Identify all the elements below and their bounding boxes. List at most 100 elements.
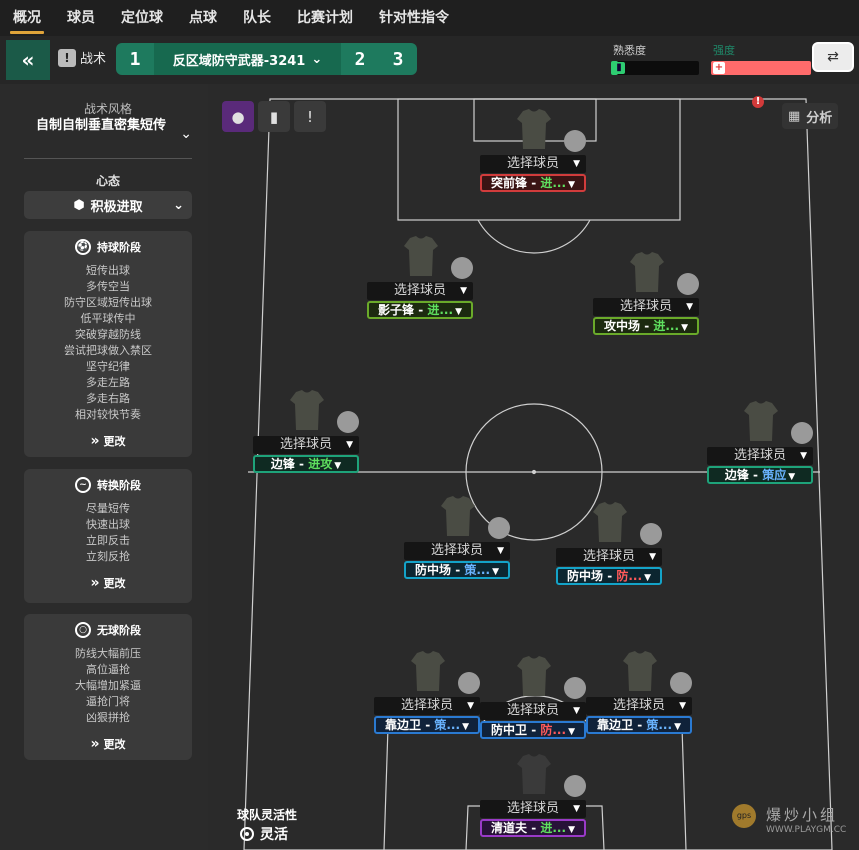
role-duty-dropdown[interactable]: 防中卫 - 防... ▼ (480, 721, 586, 739)
current-tactic-name: 反区域防守武器-3241 (172, 53, 306, 69)
intensity-fill (711, 61, 811, 75)
tab-captains[interactable]: 队长 (230, 0, 284, 36)
tactic-slot-1[interactable]: 1 (116, 49, 154, 70)
dropdown-arrow-icon: ▼ (492, 567, 499, 577)
familiarity-icon: ▮ (613, 62, 625, 74)
tab-penalties[interactable]: 点球 (176, 0, 230, 36)
pitch-view-buttons: ● ▮ ! (222, 101, 326, 132)
role-duty-dropdown[interactable]: 攻中场 - 进... ▼ (593, 317, 699, 335)
role-duty-dropdown[interactable]: 边锋 - 策应 ▼ (707, 466, 813, 484)
out-of-possession-change-button[interactable]: » 更改 (24, 736, 192, 752)
tactic-slot-3[interactable]: 3 (379, 49, 417, 70)
role-duty-dropdown[interactable]: 清道夫 - 进... ▼ (480, 819, 586, 837)
select-player-label: 选择球员 (612, 698, 665, 713)
player-view-button[interactable]: ● (222, 101, 254, 132)
rating-circle (564, 130, 586, 152)
select-player-dropdown[interactable]: 选择球员 ▼ (367, 282, 473, 300)
role-label: 边锋 (724, 468, 749, 482)
select-player-dropdown[interactable]: 选择球员 ▼ (556, 548, 662, 566)
tab-set-pieces[interactable]: 定位球 (108, 0, 176, 36)
out-of-possession-title: 无球阶段 (97, 624, 141, 637)
shirt-icon (517, 754, 551, 794)
swap-button[interactable]: ⇄ (812, 42, 854, 72)
tactic-slot-selector: 1 反区域防守武器-3241 ⌄ 2 3 (116, 43, 417, 75)
warning-icon[interactable]: ! (752, 96, 764, 108)
target-icon (240, 827, 254, 841)
select-player-dropdown[interactable]: 选择球员 ▼ (586, 697, 692, 715)
select-player-dropdown[interactable]: 选择球员 ▼ (480, 702, 586, 720)
stats-view-button[interactable]: ▮ (258, 101, 290, 132)
dropdown-arrow-icon: ▼ (788, 472, 796, 482)
tab-overview[interactable]: 概况 (0, 0, 54, 36)
select-player-dropdown[interactable]: 选择球员 ▼ (404, 542, 510, 560)
watermark-url: WWW.PLAYGM.CC (766, 825, 847, 835)
dropdown-arrow-icon: ▼ (681, 323, 688, 333)
shirt-icon (623, 651, 657, 691)
list-item: 逼抢门将 (86, 695, 130, 708)
dropdown-arrow-icon: ▼ (462, 722, 469, 732)
info-icon: ! (306, 107, 313, 126)
team-fluidity-value[interactable]: 灵活 (240, 824, 288, 844)
mentality-dropdown[interactable]: ⬢ 积极进取 ⌄ (24, 191, 192, 219)
out-of-possession-header: ○ 无球阶段 (24, 620, 192, 640)
role-label: 靠边卫 (385, 718, 422, 732)
role-duty-dropdown[interactable]: 靠边卫 - 策... ▼ (374, 716, 480, 734)
transition-icon: ~ (75, 477, 91, 493)
duty-label: 策... (646, 718, 673, 732)
role-duty-dropdown[interactable]: 防中场 - 防... ▼ (556, 567, 662, 585)
select-player-label: 选择球员 (506, 703, 559, 718)
info-view-button[interactable]: ! (294, 101, 326, 132)
mentality-value: 积极进取 (90, 199, 143, 215)
duty-label: 进... (427, 303, 454, 317)
football-icon: ⚽ (75, 239, 91, 255)
tactical-style-dropdown[interactable]: 战术风格 自制自制垂直密集短传 ⌄ (24, 100, 192, 142)
transition-change-button[interactable]: » 更改 (24, 575, 192, 591)
dropdown-arrow-icon: ▼ (497, 546, 504, 556)
rating-circle (564, 775, 586, 797)
chevron-down-icon: ⌄ (311, 51, 323, 67)
select-player-dropdown[interactable]: 选择球员 ▼ (707, 447, 813, 465)
person-icon: ● (231, 107, 245, 126)
intensity-meter[interactable]: 强度 + (711, 42, 811, 75)
familiarity-meter[interactable]: 熟悉度 ▮ (611, 42, 699, 75)
dropdown-arrow-icon: ▼ (455, 307, 462, 317)
in-possession-header: ⚽ 持球阶段 (24, 237, 192, 257)
change-label: 更改 (103, 738, 126, 751)
role-duty-dropdown[interactable]: 防中场 - 策... ▼ (404, 561, 510, 579)
watermark: 爆炒小组 WWW.PLAYGM.CC (766, 804, 846, 835)
role-label: 影子锋 (378, 303, 415, 317)
watermark-text: 爆炒小组 (766, 806, 839, 824)
back-button[interactable]: « (6, 40, 50, 80)
tab-match-plans[interactable]: 比赛计划 (284, 0, 366, 36)
list-item: 防守区域短传出球 (64, 296, 152, 309)
list-item: 立刻反抢 (86, 550, 130, 563)
select-player-dropdown[interactable]: 选择球员 ▼ (480, 155, 586, 173)
mentality-caption: 心态 (95, 174, 120, 188)
role-duty-dropdown[interactable]: 靠边卫 - 策... ▼ (586, 716, 692, 734)
current-tactic-dropdown[interactable]: 反区域防守武器-3241 ⌄ (154, 43, 341, 75)
double-chevron-left-icon: « (21, 48, 35, 72)
rating-circle (337, 411, 359, 433)
select-player-dropdown[interactable]: 选择球员 ▼ (374, 697, 480, 715)
role-duty-dropdown[interactable]: 边锋 - 进攻 ▼ (253, 455, 359, 473)
change-label: 更改 (103, 435, 126, 448)
role-duty-dropdown[interactable]: 影子锋 - 进... ▼ (367, 301, 473, 319)
select-player-label: 选择球员 (733, 448, 786, 463)
in-possession-change-button[interactable]: » 更改 (24, 433, 192, 449)
duty-label: 策... (434, 718, 461, 732)
list-item: 低平球传中 (80, 312, 136, 325)
tab-players[interactable]: 球员 (54, 0, 108, 36)
select-player-dropdown[interactable]: 选择球员 ▼ (593, 298, 699, 316)
role-duty-dropdown[interactable]: 突前锋 - 进... ▼ (480, 174, 586, 192)
team-fluidity-text: 灵活 (260, 827, 288, 843)
in-possession-box: ⚽ 持球阶段 短传出球 多传空当 防守区域短传出球 低平球传中 突破穿越防线 尝… (24, 231, 192, 457)
select-player-label: 选择球员 (279, 437, 332, 452)
tactic-slot-2[interactable]: 2 (341, 49, 379, 70)
double-chevron-right-icon: » (90, 736, 100, 752)
analysis-button[interactable]: ▦ 分析 (782, 103, 839, 129)
tab-opposition-instructions[interactable]: 针对性指令 (366, 0, 462, 36)
familiarity-bar: ▮ (611, 61, 699, 75)
select-player-dropdown[interactable]: 选择球员 ▼ (253, 436, 359, 454)
select-player-dropdown[interactable]: 选择球员 ▼ (480, 800, 586, 818)
analysis-label: 分析 (806, 110, 833, 126)
